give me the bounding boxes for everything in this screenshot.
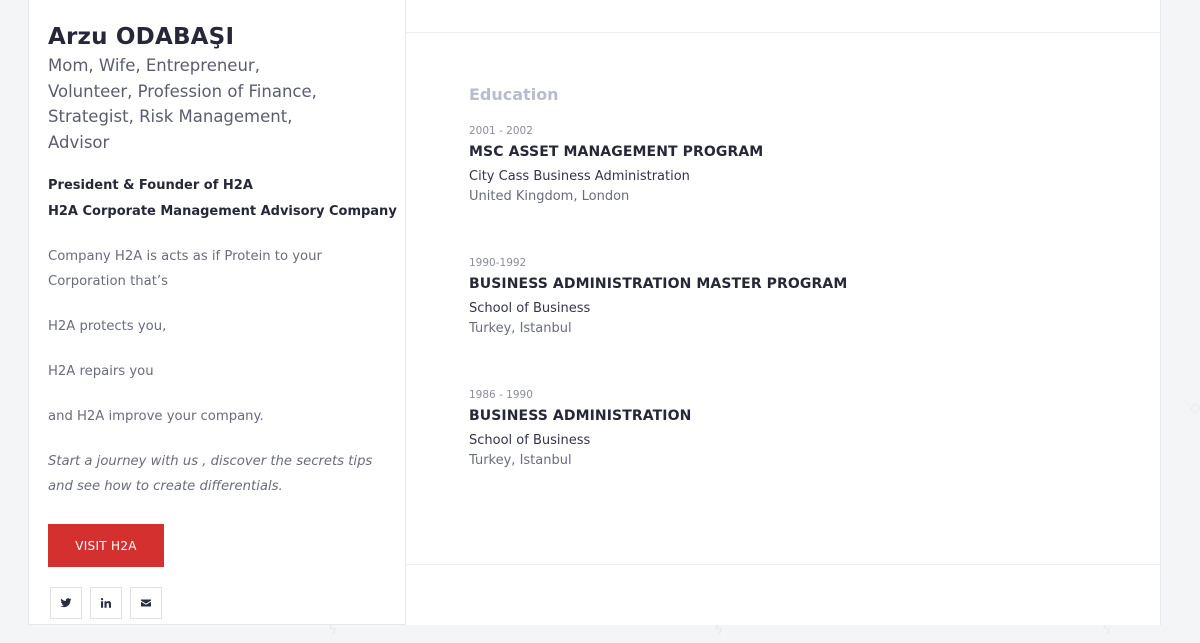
education-school: School of Business <box>469 301 591 316</box>
education-title: Education <box>469 85 559 104</box>
panel-top-strip <box>406 0 1160 33</box>
social-links <box>50 587 405 619</box>
page: ϟ ϟ ϟ ◇ Arzu ODABAŞI Mom, Wife, Entrepre… <box>0 0 1200 643</box>
panel-bottom-strip <box>406 564 1160 625</box>
company-name: H2A Corporate Management Advisory Compan… <box>48 204 397 219</box>
twitter-icon <box>60 598 72 608</box>
twitter-link[interactable] <box>50 587 82 619</box>
linkedin-icon <box>100 598 111 608</box>
linkedin-link[interactable] <box>90 587 122 619</box>
education-period: 1986 - 1990 <box>469 389 533 401</box>
education-location: United Kingdom, London <box>469 189 630 204</box>
education-period: 1990-1992 <box>469 257 527 269</box>
education-location: Turkey, Istanbul <box>469 453 572 468</box>
education-degree: BUSINESS ADMINISTRATION MASTER PROGRAM <box>469 276 848 292</box>
visit-h2a-button[interactable]: VISIT H2A <box>48 524 164 567</box>
decor-diamond-icon: ◇ <box>1190 400 1200 416</box>
education-list: 2001 - 2002 MSC ASSET MANAGEMENT PROGRAM… <box>469 124 1160 470</box>
description-text: and H2A improve your company. <box>48 409 264 424</box>
education-item: 1986 - 1990 BUSINESS ADMINISTRATION Scho… <box>469 388 1160 470</box>
education-school: City Cass Business Administration <box>469 169 690 184</box>
education-section: Education 2001 - 2002 MSC ASSET MANAGEME… <box>406 33 1160 470</box>
education-location: Turkey, Istanbul <box>469 321 572 336</box>
email-link[interactable] <box>130 587 162 619</box>
education-period: 2001 - 2002 <box>469 125 533 137</box>
role-title: President & Founder of H2A <box>48 178 253 193</box>
education-item: 1990-1992 BUSINESS ADMINISTRATION MASTER… <box>469 256 1160 338</box>
main-panel: Education 2001 - 2002 MSC ASSET MANAGEME… <box>406 0 1161 625</box>
description-text: Company H2A is acts as if Protein to you… <box>48 249 322 289</box>
profile-tagline: Mom, Wife, Entrepreneur, Volunteer, Prof… <box>48 56 317 152</box>
journey-text: Start a journey with us , discover the s… <box>48 454 373 494</box>
education-item: 2001 - 2002 MSC ASSET MANAGEMENT PROGRAM… <box>469 124 1160 206</box>
profile-card: Arzu ODABAŞI Mom, Wife, Entrepreneur, Vo… <box>28 0 406 625</box>
description-text: H2A repairs you <box>48 364 154 379</box>
education-degree: MSC ASSET MANAGEMENT PROGRAM <box>469 144 764 160</box>
envelope-icon <box>141 599 151 607</box>
description-text: H2A protects you, <box>48 319 167 334</box>
education-school: School of Business <box>469 433 591 448</box>
education-degree: BUSINESS ADMINISTRATION <box>469 408 692 424</box>
profile-name: Arzu ODABAŞI <box>48 24 235 50</box>
